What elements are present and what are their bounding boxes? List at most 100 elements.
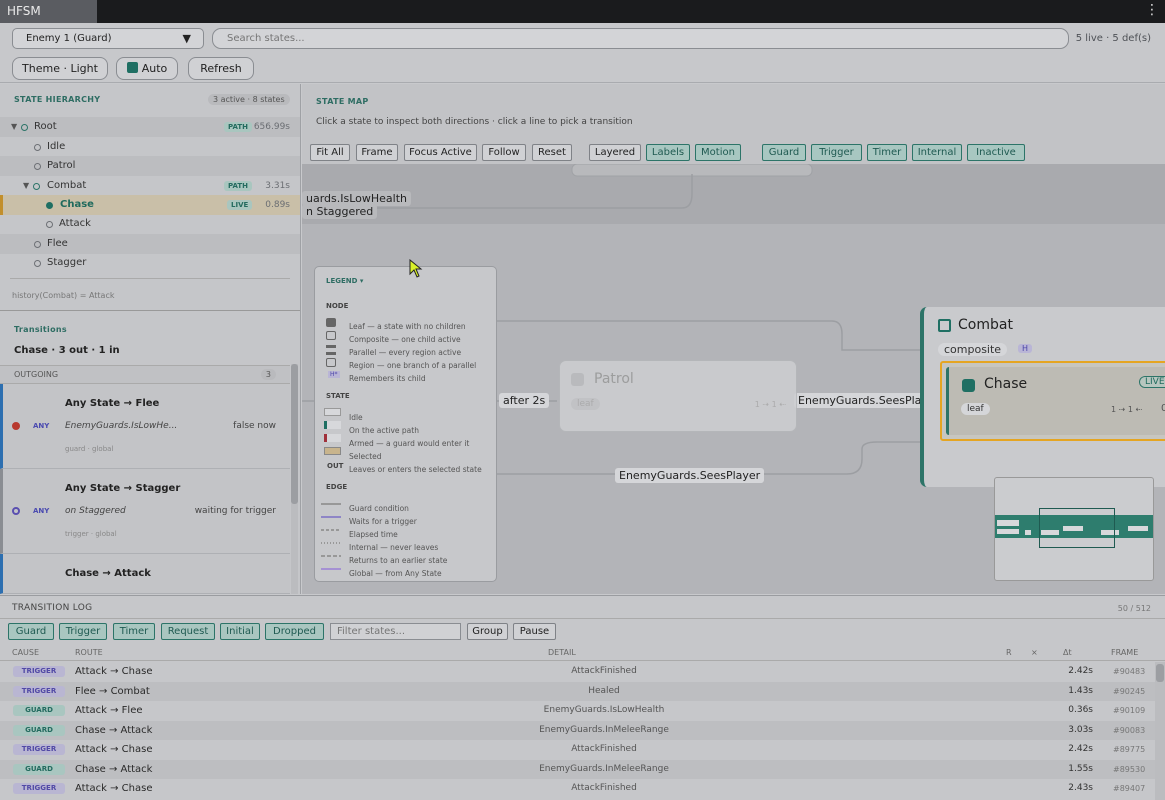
tree-row-flee[interactable]: Flee xyxy=(0,234,300,254)
divider xyxy=(10,278,290,279)
transition-title: Any State → Flee xyxy=(65,398,160,409)
edge-legend-lines xyxy=(321,503,341,570)
entity-select[interactable]: Enemy 1 (Guard) ▼ xyxy=(12,28,204,49)
filter-initial[interactable]: Initial xyxy=(220,623,260,640)
top-toolbar: Enemy 1 (Guard) ▼ 5 live · 5 def(s) Them… xyxy=(0,23,1165,83)
minimap[interactable] xyxy=(994,477,1154,581)
log-row[interactable]: TRIGGER Flee → Combat Healed 1.43s #90245 xyxy=(0,681,1155,701)
leaf-icon xyxy=(962,379,975,392)
legend-item: Parallel — every region active xyxy=(349,348,462,357)
log-detail: AttackFinished xyxy=(571,783,637,793)
node-kind: leaf xyxy=(571,398,600,410)
col-dt[interactable]: Δt xyxy=(1063,648,1072,657)
motion-toggle[interactable]: Motion xyxy=(695,144,741,161)
col-r[interactable]: R xyxy=(1006,648,1012,657)
reset-button[interactable]: Reset xyxy=(532,144,572,161)
timer-toggle[interactable]: Timer xyxy=(867,144,907,161)
divider xyxy=(0,310,300,311)
transition-card[interactable]: ANY Any State → Flee EnemyGuards.IsLowHe… xyxy=(0,384,290,469)
state-node-chase[interactable]: Chase LIVE leaf 1 ⇢ 1 ⇠ 0. xyxy=(940,361,1165,441)
labels-toggle[interactable]: Labels xyxy=(646,144,690,161)
refresh-button[interactable]: Refresh xyxy=(188,57,254,80)
filter-trigger[interactable]: Trigger xyxy=(59,623,107,640)
log-route: Attack → Chase xyxy=(75,744,153,755)
minimap-viewport[interactable] xyxy=(1039,508,1115,548)
search-input[interactable] xyxy=(212,28,1069,49)
edge-label[interactable]: after 2s xyxy=(499,393,550,408)
expand-arrow-icon[interactable]: ▼ xyxy=(11,117,17,137)
log-row[interactable]: GUARD Attack → Flee EnemyGuards.IsLowHealt… xyxy=(0,701,1155,721)
col-cause[interactable]: CAUSE xyxy=(12,648,39,657)
auto-toggle[interactable]: Auto xyxy=(116,57,178,80)
tree-row-chase[interactable]: Chase LIVE 0.89s xyxy=(0,195,300,215)
log-row[interactable]: TRIGGER Attack → Chase AttackFinished 2.43s… xyxy=(0,779,1155,799)
filter-dropped[interactable]: Dropped xyxy=(265,623,324,640)
state-node-patrol[interactable]: Patrol leaf 1 ⇢ 1 ⇠ xyxy=(559,360,797,432)
filter-guard[interactable]: Guard xyxy=(8,623,54,640)
tree-row-combat[interactable]: ▼ Combat PATH 3.31s xyxy=(0,176,300,196)
col-x[interactable]: × xyxy=(1031,648,1038,657)
theme-button[interactable]: Theme · Light xyxy=(12,57,108,80)
internal-toggle[interactable]: Internal xyxy=(912,144,962,161)
pause-button[interactable]: Pause xyxy=(513,623,556,640)
composite-icon xyxy=(938,319,951,332)
log-filter-input[interactable] xyxy=(330,623,461,640)
legend-item: Guard condition xyxy=(349,504,409,513)
legend-title[interactable]: LEGEND ▾ xyxy=(326,277,363,285)
log-row[interactable]: GUARD Chase → Attack EnemyGuards.InMeleeRa… xyxy=(0,720,1155,740)
log-scrollbar[interactable] xyxy=(1155,662,1165,800)
log-detail: Healed xyxy=(588,685,620,696)
expand-arrow-icon[interactable]: ▼ xyxy=(23,176,29,196)
tree-row-attack[interactable]: Attack xyxy=(0,214,300,234)
col-detail[interactable]: DETAIL xyxy=(548,648,576,657)
layered-button[interactable]: Layered xyxy=(589,144,641,161)
legend-item: Armed — a guard would enter it xyxy=(349,439,470,448)
filter-request[interactable]: Request xyxy=(161,623,215,640)
divider xyxy=(0,618,1165,619)
tree-row-stagger[interactable]: Stagger xyxy=(0,253,300,273)
transition-status: waiting for trigger xyxy=(194,506,276,516)
transition-title: Any State → Stagger xyxy=(65,483,181,494)
map-hint: Click a state to inspect both directions… xyxy=(316,117,633,127)
minimap-node xyxy=(1128,526,1148,531)
node-ratio: 1 ⇢ 1 ⇠ xyxy=(754,400,786,409)
follow-button[interactable]: Follow xyxy=(482,144,526,161)
inactive-toggle[interactable]: Inactive xyxy=(967,144,1025,161)
edge-label[interactable]: EnemyGuards.SeesPlayer xyxy=(615,468,765,483)
legend-item: On the active path xyxy=(349,426,419,435)
transition-card[interactable]: Chase → Attack xyxy=(0,554,290,594)
scrollbar[interactable] xyxy=(291,364,298,594)
tree-row-root[interactable]: ▼ Root PATH 656.99s xyxy=(0,117,300,137)
filter-timer[interactable]: Timer xyxy=(113,623,155,640)
col-frame[interactable]: FRAME xyxy=(1111,648,1138,657)
tree-row-idle[interactable]: Idle xyxy=(0,137,300,157)
legend-panel[interactable]: LEGEND ▾ NODE H* Leaf — a state with no … xyxy=(314,266,497,582)
log-detail: AttackFinished xyxy=(571,744,637,754)
window-tab[interactable]: HFSM Debugger xyxy=(0,0,97,41)
scrollbar-thumb[interactable] xyxy=(291,364,298,504)
map-header: STATE MAP Click a state to inspect both … xyxy=(302,84,1165,144)
focus-active-button[interactable]: Focus Active xyxy=(404,144,477,161)
trigger-toggle[interactable]: Trigger xyxy=(811,144,862,161)
col-route[interactable]: ROUTE xyxy=(75,648,103,657)
transition-card[interactable]: ANY Any State → Stagger on Staggered wai… xyxy=(0,469,290,554)
guard-toggle[interactable]: Guard xyxy=(762,144,806,161)
path-badge: PATH xyxy=(224,122,252,132)
log-row[interactable]: GUARD Chase → Attack EnemyGuards.InMeleeRa… xyxy=(0,759,1155,779)
log-row[interactable]: TRIGGER Attack → Chase AttackFinished 2.42s… xyxy=(0,662,1155,682)
log-count: 50 / 512 xyxy=(1117,604,1151,613)
selected-swatch xyxy=(324,447,341,455)
any-badge: ANY xyxy=(33,507,50,515)
frame-button[interactable]: Frame xyxy=(356,144,398,161)
more-menu-icon[interactable]: ⋮ xyxy=(1145,2,1159,18)
transition-condition: EnemyGuards.IsLowHe... xyxy=(65,421,178,431)
log-row[interactable]: TRIGGER Attack → Chase AttackFinished 2.42s… xyxy=(0,740,1155,760)
state-map[interactable]: STATE MAP Click a state to inspect both … xyxy=(302,84,1165,594)
fit-all-button[interactable]: Fit All xyxy=(310,144,350,161)
history-note: history(Combat) = Attack xyxy=(12,291,115,300)
group-button[interactable]: Group xyxy=(467,623,508,640)
scrollbar-thumb[interactable] xyxy=(1156,664,1164,682)
tree-row-patrol[interactable]: Patrol xyxy=(0,156,300,176)
edge-label[interactable]: n Staggered xyxy=(302,204,378,219)
out-label: OUT xyxy=(327,462,344,470)
